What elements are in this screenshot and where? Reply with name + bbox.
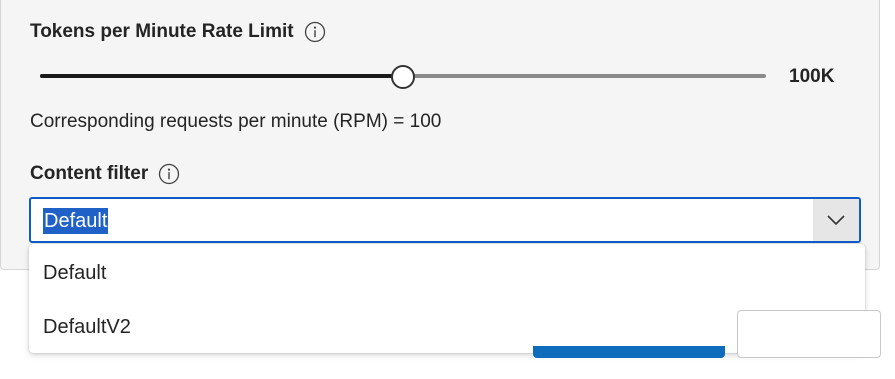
dropdown-toggle-button[interactable] bbox=[813, 199, 859, 241]
info-icon[interactable] bbox=[158, 163, 180, 185]
rpm-text: Corresponding requests per minute (RPM) … bbox=[30, 111, 442, 132]
info-icon[interactable] bbox=[304, 21, 326, 43]
select-value[interactable]: Default bbox=[43, 208, 109, 234]
content-filter-select[interactable]: Default bbox=[29, 197, 861, 243]
secondary-button[interactable] bbox=[737, 310, 881, 358]
chevron-down-icon bbox=[827, 215, 845, 226]
dropdown-option-default[interactable]: Default bbox=[29, 246, 865, 300]
content-filter-label: Content filter bbox=[30, 163, 149, 184]
tpm-value: 100K bbox=[789, 66, 835, 87]
tpm-label-row: Tokens per Minute Rate Limit bbox=[30, 21, 326, 43]
tpm-slider[interactable] bbox=[40, 64, 766, 89]
content-filter-label-row: Content filter bbox=[30, 163, 180, 185]
tpm-label: Tokens per Minute Rate Limit bbox=[30, 21, 294, 42]
slider-fill bbox=[40, 74, 402, 78]
primary-button[interactable] bbox=[533, 346, 725, 358]
slider-thumb[interactable] bbox=[390, 65, 415, 89]
